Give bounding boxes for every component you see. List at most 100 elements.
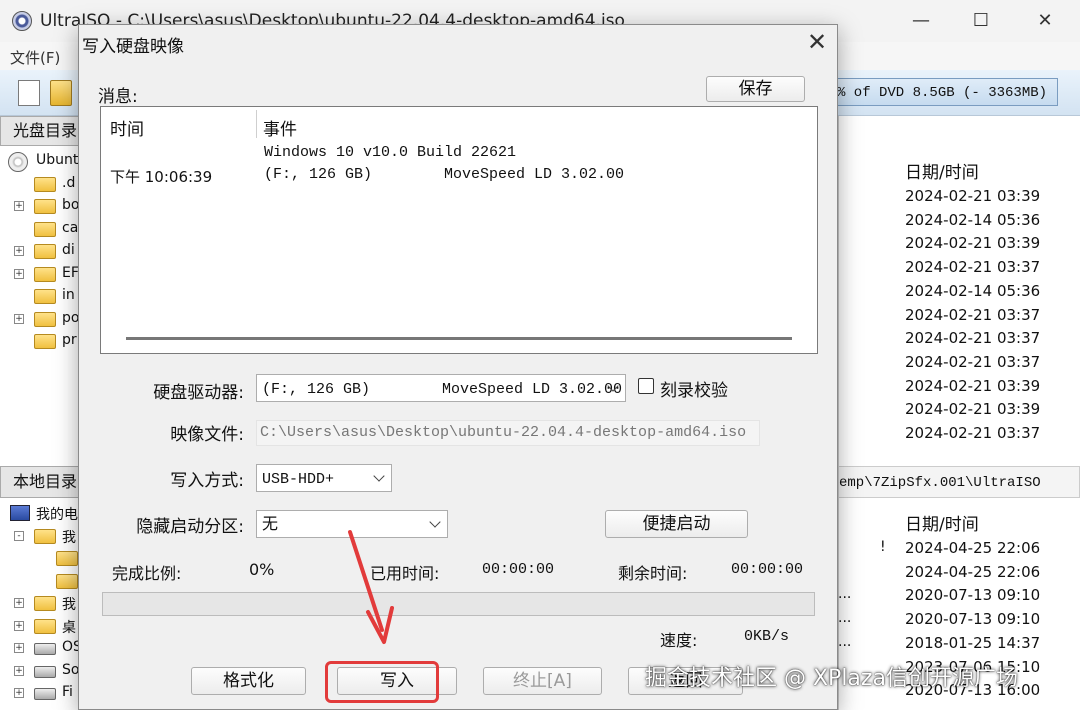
cd-pane-header: 光盘目录: xyxy=(0,116,80,146)
elapsed-time-value: 00:00:00 xyxy=(482,561,555,578)
folder-icon xyxy=(34,199,56,214)
disk-drive-value: (F:, 126 GB) MoveSpeed LD 3.02.00 xyxy=(262,381,623,398)
cd-date-cell: 2024-02-21 03:37 xyxy=(905,305,1041,324)
disc-icon xyxy=(8,152,28,172)
save-button[interactable]: 保存 xyxy=(706,76,805,102)
ultraiso-app-icon xyxy=(12,11,32,31)
cd-tree-label: Ubuntu xyxy=(36,152,79,168)
dialog-title: 写入硬盘映像 xyxy=(82,37,184,57)
folder-icon xyxy=(34,596,56,611)
remaining-time-label: 剩余时间: xyxy=(618,564,688,583)
local-path-text: emp\7ZipSfx.001\UltraISO xyxy=(839,475,1041,491)
log-column-time: 时间 xyxy=(110,120,144,140)
folder-icon xyxy=(34,528,56,544)
cd-date-cell: 2024-02-21 03:37 xyxy=(905,352,1041,371)
cd-tree-label: .d xyxy=(62,174,76,191)
speed-label: 速度: xyxy=(660,631,698,650)
folder-icon xyxy=(56,573,78,589)
expand-icon[interactable]: + xyxy=(14,268,24,279)
cd-tree-label: pr xyxy=(62,332,77,348)
expand-icon[interactable]: + xyxy=(14,643,24,653)
log-row-time: 下午 10:06:39 xyxy=(110,168,213,186)
image-file-value: C:\Users\asus\Desktop\ubuntu-22.04.4-des… xyxy=(260,424,747,441)
local-attr-cell: ... xyxy=(838,610,852,627)
cd-date-cell: 2024-02-21 03:39 xyxy=(905,234,1041,253)
cd-tree-label: in xyxy=(62,287,75,303)
progress-label: 完成比例: xyxy=(112,564,182,583)
local-date-cell: 2018-01-25 14:37 xyxy=(905,633,1041,652)
progress-value: 0% xyxy=(249,560,275,579)
local-tree-label: 桌 xyxy=(62,619,76,636)
close-icon[interactable]: ✕ xyxy=(1022,6,1068,36)
write-method-select[interactable]: USB-HDD+ xyxy=(256,464,392,492)
local-tree-label: 我的电脑 xyxy=(36,507,79,523)
hidden-partition-label: 隐藏启动分区: xyxy=(136,517,244,537)
dialog-close-icon[interactable]: ✕ xyxy=(800,26,834,58)
drive-icon xyxy=(34,665,56,678)
folder-icon xyxy=(56,551,78,566)
disc-size-text: % of DVD 8.5GB (- 3363MB) xyxy=(837,85,1048,101)
menu-file[interactable]: 文件(F) xyxy=(10,47,60,68)
local-directory-tree[interactable]: 我的电脑-我+我+桌+OS+So+Fi xyxy=(0,498,80,710)
cd-directory-tree[interactable]: Ubuntu .d + bo ca + di + EF in + po pr xyxy=(0,146,80,466)
local-date-column-header[interactable]: 日期/时间 xyxy=(905,510,979,535)
local-tree-label: So xyxy=(62,661,80,678)
verify-checkbox[interactable] xyxy=(638,378,654,394)
log-column-divider xyxy=(256,110,257,138)
open-folder-icon[interactable] xyxy=(50,80,72,106)
log-column-event: 事件 xyxy=(263,120,297,140)
local-tree-label: 我 xyxy=(62,529,76,546)
local-date-cell: 2024-04-25 22:06 xyxy=(905,539,1041,557)
expand-icon[interactable]: + xyxy=(14,620,24,631)
disk-drive-label: 硬盘驱动器: xyxy=(153,383,244,403)
cd-tree-label: bo xyxy=(62,197,80,213)
expand-icon[interactable]: + xyxy=(14,688,24,698)
cd-date-cell: 2024-02-21 03:39 xyxy=(905,400,1041,419)
minimize-icon[interactable]: — xyxy=(898,6,944,36)
cd-tree-label: ca xyxy=(62,219,79,236)
local-attr-cell: ... xyxy=(838,586,852,603)
cd-date-column-header[interactable]: 日期/时间 xyxy=(905,158,979,183)
cd-tree-label: po xyxy=(62,309,80,326)
local-date-cell: 2020-07-13 09:10 xyxy=(905,610,1041,629)
new-file-icon[interactable] xyxy=(18,80,40,106)
write-method-value: USB-HDD+ xyxy=(262,471,335,488)
folder-icon xyxy=(34,289,56,304)
cd-tree-label: EF xyxy=(62,264,79,281)
stop-button[interactable]: 终止[A] xyxy=(483,667,602,695)
quick-boot-button[interactable]: 便捷启动 xyxy=(605,510,748,538)
drive-icon xyxy=(34,643,56,655)
local-attr-cell: ... xyxy=(838,633,852,650)
expand-icon[interactable]: + xyxy=(14,665,24,676)
image-file-field: C:\Users\asus\Desktop\ubuntu-22.04.4-des… xyxy=(256,420,760,446)
folder-icon xyxy=(34,311,56,327)
log-row-event: (F:, 126 GB) MoveSpeed LD 3.02.00 xyxy=(264,166,625,183)
format-button[interactable]: 格式化 xyxy=(191,667,306,695)
cd-date-cell: 2024-02-21 03:37 xyxy=(905,329,1041,348)
folder-icon xyxy=(34,618,56,634)
hidden-partition-value: 无 xyxy=(262,514,279,533)
expand-icon[interactable]: + xyxy=(14,201,24,211)
local-tree-label: Fi xyxy=(62,684,73,700)
disk-drive-select[interactable]: (F:, 126 GB) MoveSpeed LD 3.02.00 xyxy=(256,374,626,402)
expand-icon[interactable]: + xyxy=(14,246,24,256)
local-date-cell: 2020-07-13 09:10 xyxy=(905,586,1041,605)
cd-date-cell: 2024-02-21 03:39 xyxy=(905,187,1041,205)
remaining-time-value: 00:00:00 xyxy=(731,561,804,578)
speed-value: 0KB/s xyxy=(744,628,790,645)
collapse-icon[interactable]: - xyxy=(14,530,24,541)
folder-icon xyxy=(34,244,56,259)
local-pane-header: 本地目录: xyxy=(0,466,80,498)
expand-icon[interactable]: + xyxy=(14,598,24,608)
write-method-label: 写入方式: xyxy=(170,471,244,491)
local-path-field: emp\7ZipSfx.001\UltraISO xyxy=(838,466,1080,498)
folder-icon xyxy=(34,176,56,192)
messages-label: 消息: xyxy=(98,87,138,107)
log-row-event: Windows 10 v10.0 Build 22621 xyxy=(264,144,517,161)
log-horizontal-scrollbar[interactable] xyxy=(126,337,792,340)
chevron-down-icon xyxy=(373,470,385,482)
maximize-icon[interactable]: ☐ xyxy=(958,6,1004,36)
cd-date-cell: 2024-02-21 03:37 xyxy=(905,424,1041,442)
expand-icon[interactable]: + xyxy=(14,313,24,324)
progress-bar xyxy=(102,592,815,616)
